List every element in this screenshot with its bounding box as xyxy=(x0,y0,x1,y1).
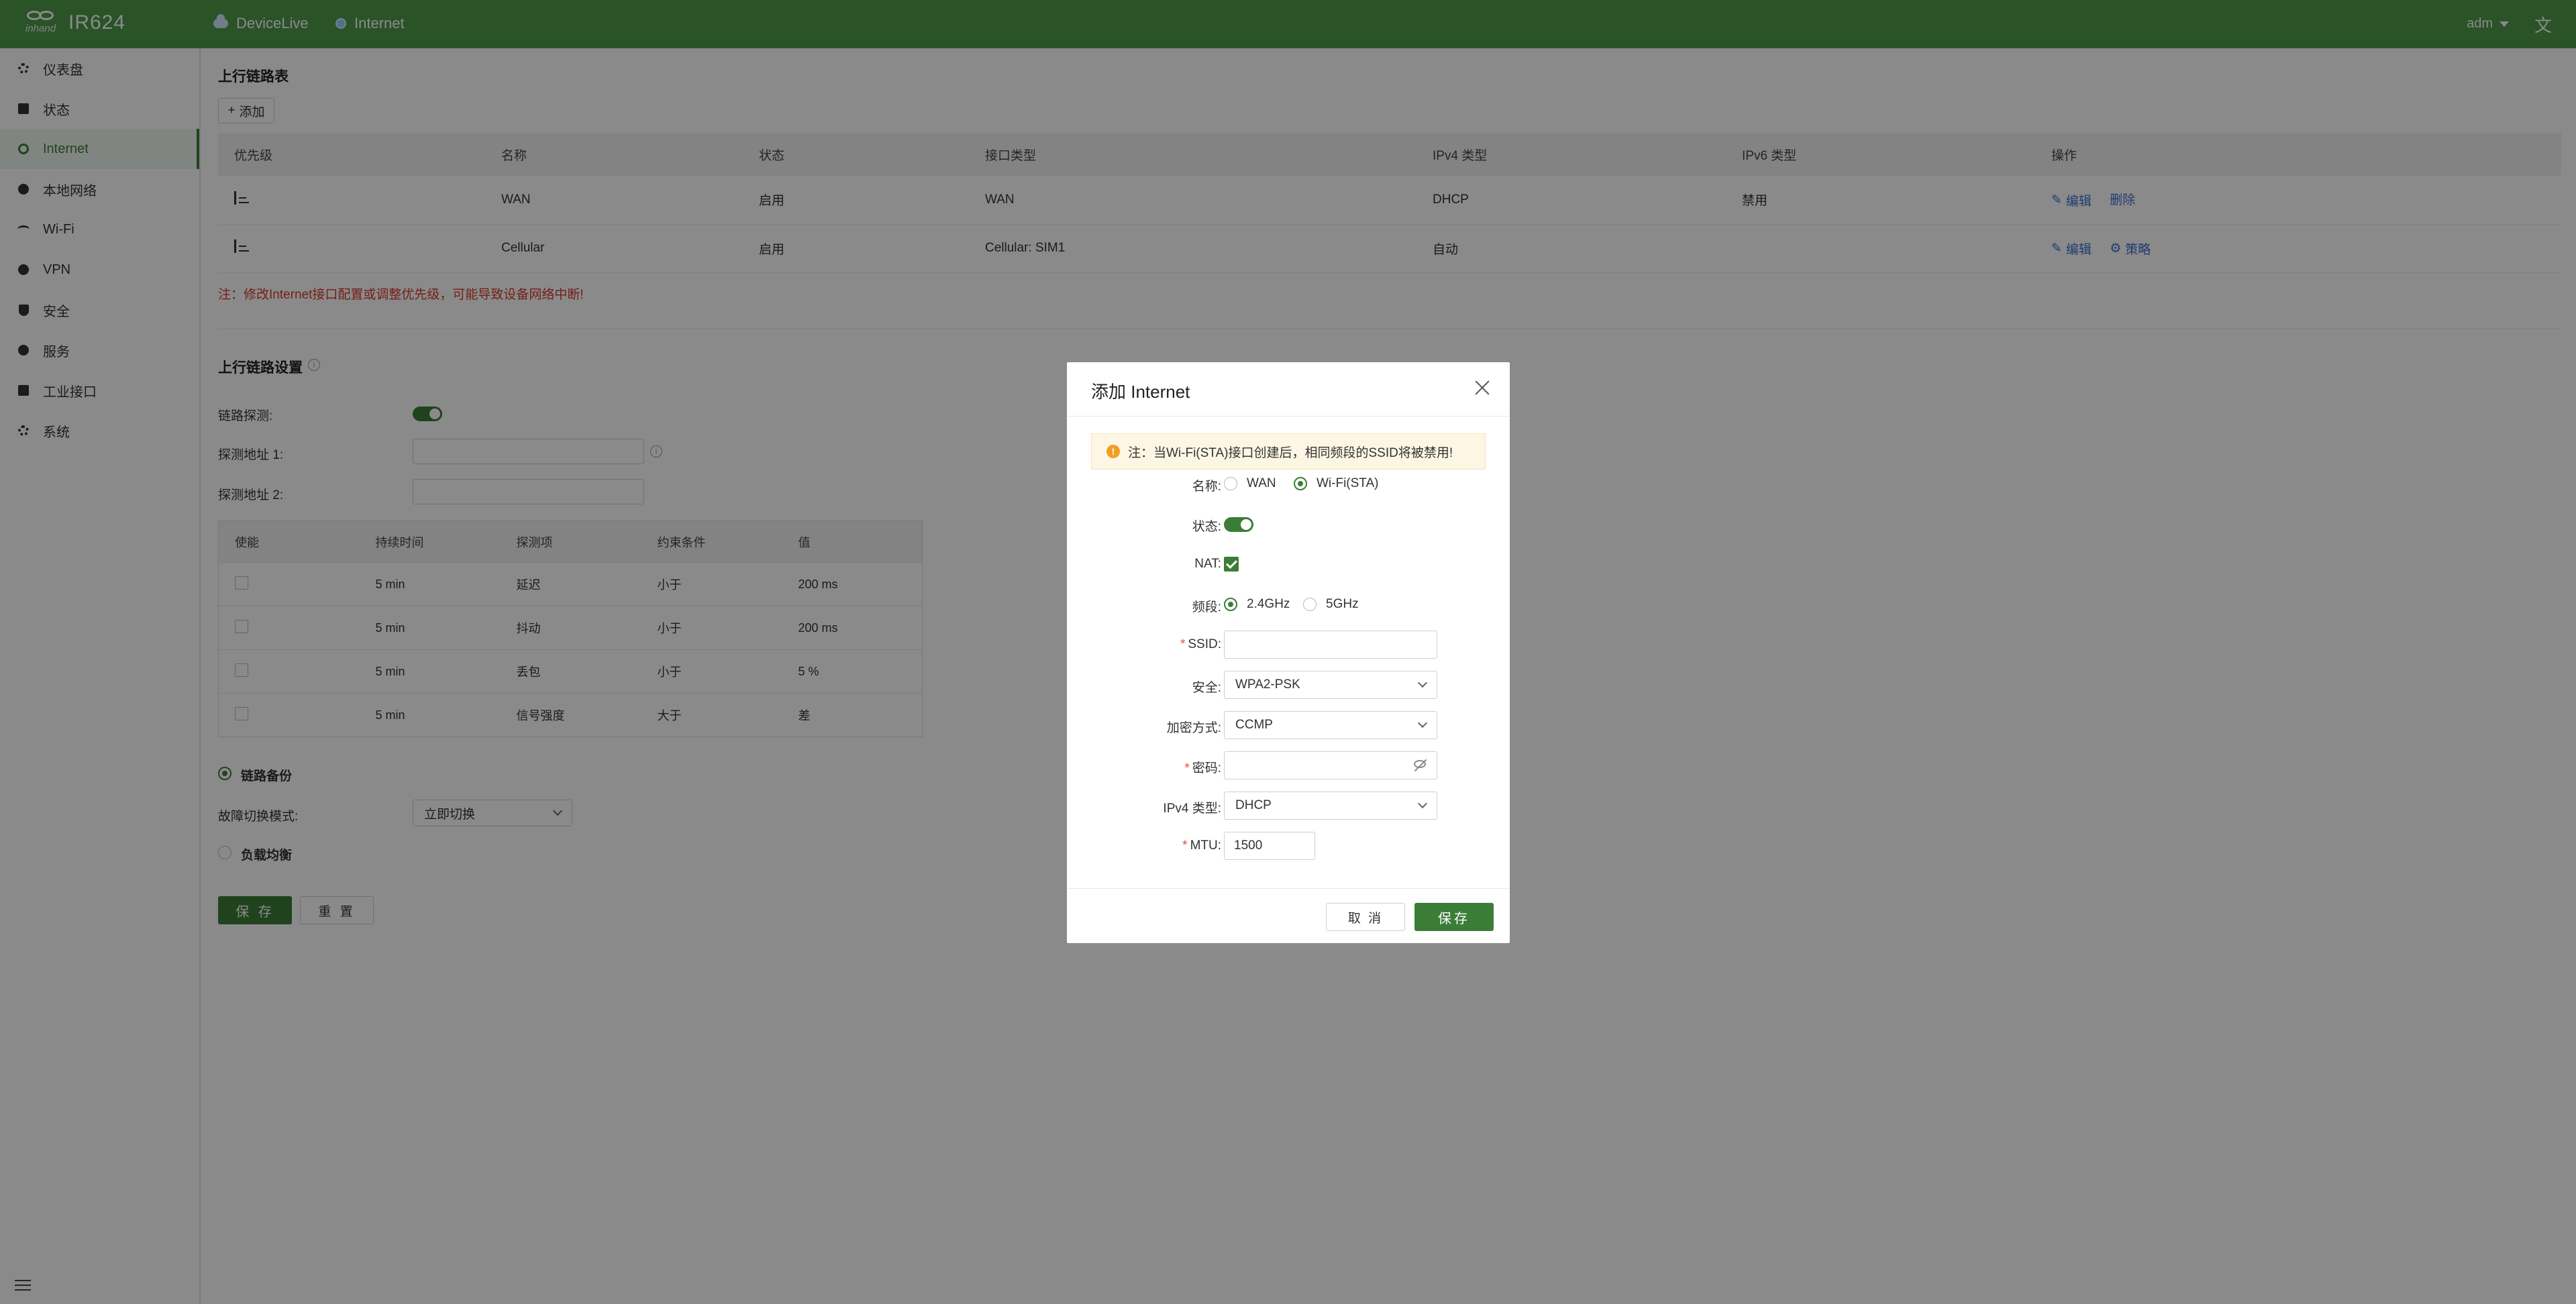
ipv4-type-select[interactable]: DHCP xyxy=(1224,792,1437,820)
warning-icon: ! xyxy=(1106,445,1120,458)
save-button[interactable]: 保存 xyxy=(1414,903,1494,931)
password-input[interactable] xyxy=(1224,751,1437,779)
password-label: * 密码: xyxy=(1184,761,1221,775)
name-radio-wan[interactable] xyxy=(1224,477,1237,490)
nat-checkbox[interactable] xyxy=(1224,557,1239,572)
status-toggle[interactable] xyxy=(1224,517,1253,532)
band-radio-5g[interactable] xyxy=(1303,598,1317,611)
add-internet-dialog: 添加 Internet ! 注：当Wi-Fi(STA)接口创建后，相同频段的SS… xyxy=(1067,362,1510,943)
name-radio-wifi-sta[interactable] xyxy=(1294,477,1307,490)
status-label: 状态: xyxy=(1192,520,1221,534)
chevron-down-icon xyxy=(1417,798,1428,809)
band-option-5g: 5GHz xyxy=(1326,597,1359,611)
ipv4-type-label: IPv4 类型: xyxy=(1163,802,1221,816)
security-label: 安全: xyxy=(1192,681,1221,695)
chevron-down-icon xyxy=(1417,677,1428,688)
alert-banner: ! 注：当Wi-Fi(STA)接口创建后，相同频段的SSID将被禁用! xyxy=(1091,433,1486,470)
dialog-title: 添加 Internet xyxy=(1091,382,1190,402)
name-option-wifi-sta: Wi-Fi(STA) xyxy=(1317,476,1379,490)
close-icon[interactable] xyxy=(1474,378,1491,396)
band-label: 频段: xyxy=(1192,600,1221,614)
name-option-wan: WAN xyxy=(1247,476,1276,490)
chevron-down-icon xyxy=(1417,718,1428,728)
cancel-button[interactable]: 取 消 xyxy=(1326,903,1405,931)
security-select[interactable]: WPA2-PSK xyxy=(1224,671,1437,699)
name-label: 名称: xyxy=(1192,480,1221,494)
encryption-label: 加密方式: xyxy=(1166,721,1221,735)
mtu-input[interactable]: 1500 xyxy=(1224,832,1315,860)
ssid-input[interactable] xyxy=(1224,631,1437,659)
divider xyxy=(1067,888,1510,889)
eye-off-icon[interactable] xyxy=(1414,760,1426,768)
band-radio-2g[interactable] xyxy=(1224,598,1237,611)
ssid-label: * SSID: xyxy=(1180,637,1221,651)
divider xyxy=(1067,416,1510,417)
encryption-select[interactable]: CCMP xyxy=(1224,711,1437,739)
band-option-2g: 2.4GHz xyxy=(1247,597,1290,611)
mtu-label: * MTU: xyxy=(1182,838,1221,853)
nat-label: NAT: xyxy=(1194,557,1221,571)
